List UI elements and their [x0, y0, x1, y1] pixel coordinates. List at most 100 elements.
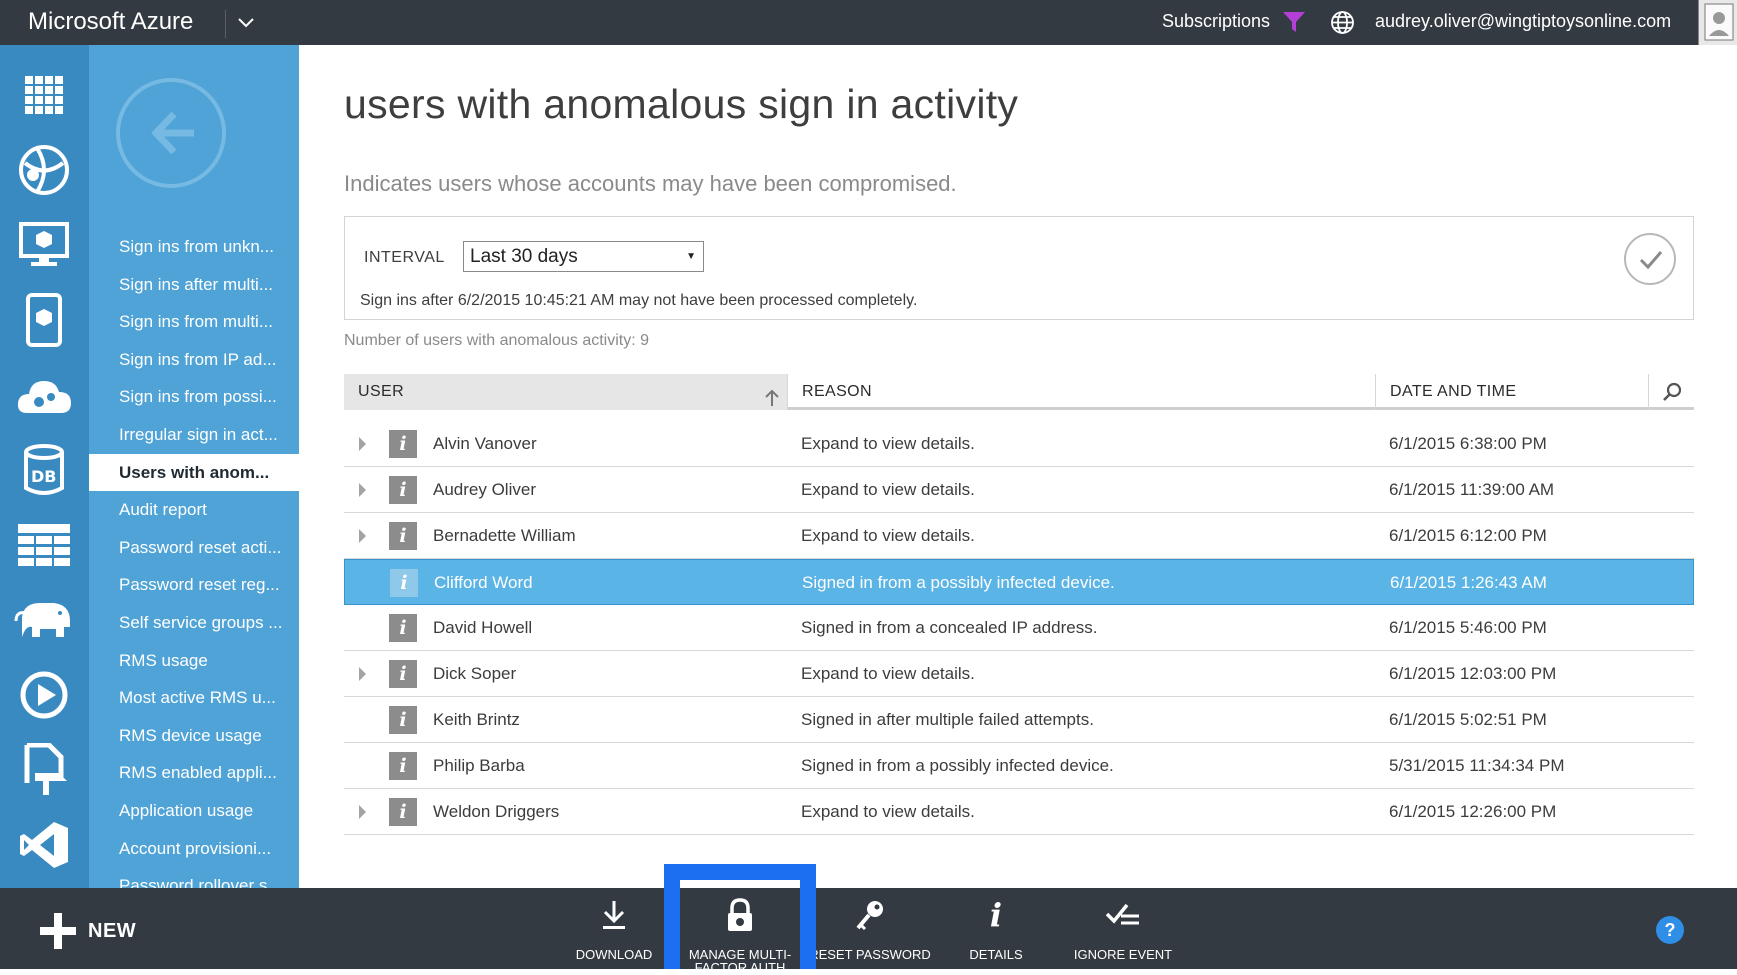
info-icon: i: [390, 569, 418, 597]
user-email[interactable]: audrey.oliver@wingtiptoysonline.com: [1375, 11, 1671, 32]
cell-user: Keith Brintz: [433, 710, 520, 729]
avatar[interactable]: [1698, 0, 1737, 45]
expand-arrow-icon[interactable]: [359, 529, 366, 543]
all-items-icon[interactable]: [14, 65, 74, 125]
table-row[interactable]: i David Howell Signed in from a concealed …: [344, 605, 1694, 651]
interval-value: Last 30 days: [470, 246, 578, 267]
cell-date: 6/1/2015 5:02:51 PM: [1389, 710, 1547, 729]
ignore-icon: [1059, 896, 1187, 934]
apply-button[interactable]: [1624, 233, 1676, 285]
media-services-icon[interactable]: [14, 665, 74, 725]
table-header: USER REASON DATE AND TIME: [344, 374, 1694, 410]
cell-date: 6/1/2015 1:26:43 AM: [1390, 573, 1547, 592]
table-body: i Alvin Vanover Expand to view details. 6/1…: [344, 421, 1694, 835]
table-row[interactable]: i Weldon Driggers Expand to view details. 6…: [344, 789, 1694, 835]
nav-item[interactable]: Sign ins after multi...: [89, 266, 299, 304]
sql-databases-icon[interactable]: DB: [14, 440, 74, 500]
nav-item[interactable]: Password reset reg...: [89, 566, 299, 604]
reset-password-label: RESET PASSWORD: [809, 947, 931, 962]
table-row[interactable]: i Philip Barba Signed in from a possibly i…: [344, 743, 1694, 789]
table-row[interactable]: i Audrey Oliver Expand to view details. 6/1…: [344, 467, 1694, 513]
details-label: DETAILS: [969, 947, 1023, 962]
cell-user: David Howell: [433, 618, 533, 637]
processing-notice: Sign ins after 6/2/2015 10:45:21 AM may …: [360, 292, 918, 309]
chevron-down-icon[interactable]: [236, 12, 256, 37]
nav-item[interactable]: Audit report: [89, 491, 299, 529]
info-icon: i: [389, 706, 417, 734]
nav-item[interactable]: Password reset acti...: [89, 529, 299, 567]
download-label: DOWNLOAD: [575, 947, 653, 962]
table-row[interactable]: i Keith Brintz Signed in after multiple fa…: [344, 697, 1694, 743]
globe-icon[interactable]: [1330, 10, 1355, 40]
download-icon: [550, 896, 678, 934]
storage-icon[interactable]: [14, 515, 74, 575]
table-search-button[interactable]: [1648, 374, 1694, 410]
cell-user: Dick Soper: [433, 664, 517, 683]
nav-item[interactable]: Sign ins from unkn...: [89, 228, 299, 266]
brand-title[interactable]: Microsoft Azure: [28, 8, 193, 36]
expand-arrow-icon[interactable]: [359, 667, 366, 681]
cell-date: 6/1/2015 6:12:00 PM: [1389, 526, 1547, 545]
ignore-event-button[interactable]: IGNORE EVENT: [1059, 896, 1187, 961]
nav-item[interactable]: RMS device usage: [89, 717, 299, 755]
visual-studio-icon[interactable]: [14, 815, 74, 875]
expand-arrow-icon[interactable]: [359, 483, 366, 497]
nav-item[interactable]: RMS enabled appli...: [89, 754, 299, 792]
cell-reason: Expand to view details.: [801, 802, 975, 821]
table-row[interactable]: i Dick Soper Expand to view details. 6/1/20…: [344, 651, 1694, 697]
info-icon: i: [989, 895, 1003, 934]
cell-reason: Signed in from a concealed IP address.: [801, 618, 1098, 637]
table-row[interactable]: i Clifford Word Signed in from a possibly …: [344, 559, 1694, 605]
nav-item[interactable]: Sign ins from IP ad...: [89, 341, 299, 379]
expand-arrow-icon[interactable]: [359, 437, 366, 451]
filter-icon[interactable]: [1282, 11, 1306, 38]
interval-dropdown[interactable]: Last 30 days ▼: [463, 241, 704, 272]
command-bar: NEW DOWNLOAD MANAGE MULTI-FACTOR AUTH RE…: [0, 864, 1737, 974]
nav-item[interactable]: Users with anom...: [89, 453, 299, 492]
nav-item[interactable]: Sign ins from possi...: [89, 378, 299, 416]
cell-reason: Expand to view details.: [801, 434, 975, 453]
column-label: DATE AND TIME: [1390, 383, 1517, 400]
biztalk-icon[interactable]: [14, 740, 74, 800]
new-button[interactable]: NEW: [40, 913, 136, 949]
search-icon: [1662, 382, 1681, 401]
table-row[interactable]: i Bernadette William Expand to view detail…: [344, 513, 1694, 559]
column-label: USER: [358, 383, 405, 400]
user-count: Number of users with anomalous activity:…: [344, 332, 650, 349]
hdinsight-icon[interactable]: [14, 590, 74, 650]
nav-item[interactable]: Self service groups ...: [89, 604, 299, 642]
cell-date: 5/31/2015 11:34:34 PM: [1389, 756, 1565, 775]
virtual-machines-icon[interactable]: [14, 215, 74, 275]
cell-user: Bernadette William: [433, 526, 576, 545]
nav-item[interactable]: Account provisioni...: [89, 830, 299, 868]
reset-password-button[interactable]: RESET PASSWORD: [806, 896, 934, 961]
cloud-services-icon[interactable]: [14, 365, 74, 425]
nav-item[interactable]: Irregular sign in act...: [89, 416, 299, 454]
mobile-services-icon[interactable]: [14, 290, 74, 350]
table-row[interactable]: i Alvin Vanover Expand to view details. 6/1…: [344, 421, 1694, 467]
cell-user: Audrey Oliver: [433, 480, 536, 499]
column-header-user[interactable]: USER: [344, 374, 787, 410]
info-icon: i: [389, 522, 417, 550]
expand-arrow-icon[interactable]: [359, 805, 366, 819]
nav-item[interactable]: Most active RMS u...: [89, 679, 299, 717]
web-sites-icon[interactable]: [14, 140, 74, 200]
column-header-reason[interactable]: REASON: [787, 374, 1375, 410]
report-list: Sign ins from unkn... Sign ins after mult…: [89, 228, 299, 888]
details-button[interactable]: i DETAILS: [932, 895, 1060, 962]
divider: [225, 10, 226, 38]
cell-reason: Expand to view details.: [801, 664, 975, 683]
help-button[interactable]: ?: [1656, 916, 1684, 944]
nav-item[interactable]: Password rollover s...: [89, 867, 299, 888]
column-header-date[interactable]: DATE AND TIME: [1375, 374, 1648, 410]
plus-icon: [40, 913, 76, 949]
nav-item[interactable]: RMS usage: [89, 642, 299, 680]
cell-date: 6/1/2015 6:38:00 PM: [1389, 434, 1547, 453]
subscriptions-link[interactable]: Subscriptions: [1162, 11, 1270, 32]
nav-item[interactable]: Sign ins from multi...: [89, 303, 299, 341]
download-button[interactable]: DOWNLOAD: [550, 896, 678, 961]
nav-item[interactable]: Application usage: [89, 792, 299, 830]
report-nav: Sign ins from unkn... Sign ins after mult…: [89, 45, 299, 888]
new-label: NEW: [88, 919, 137, 942]
back-button[interactable]: [116, 78, 226, 188]
